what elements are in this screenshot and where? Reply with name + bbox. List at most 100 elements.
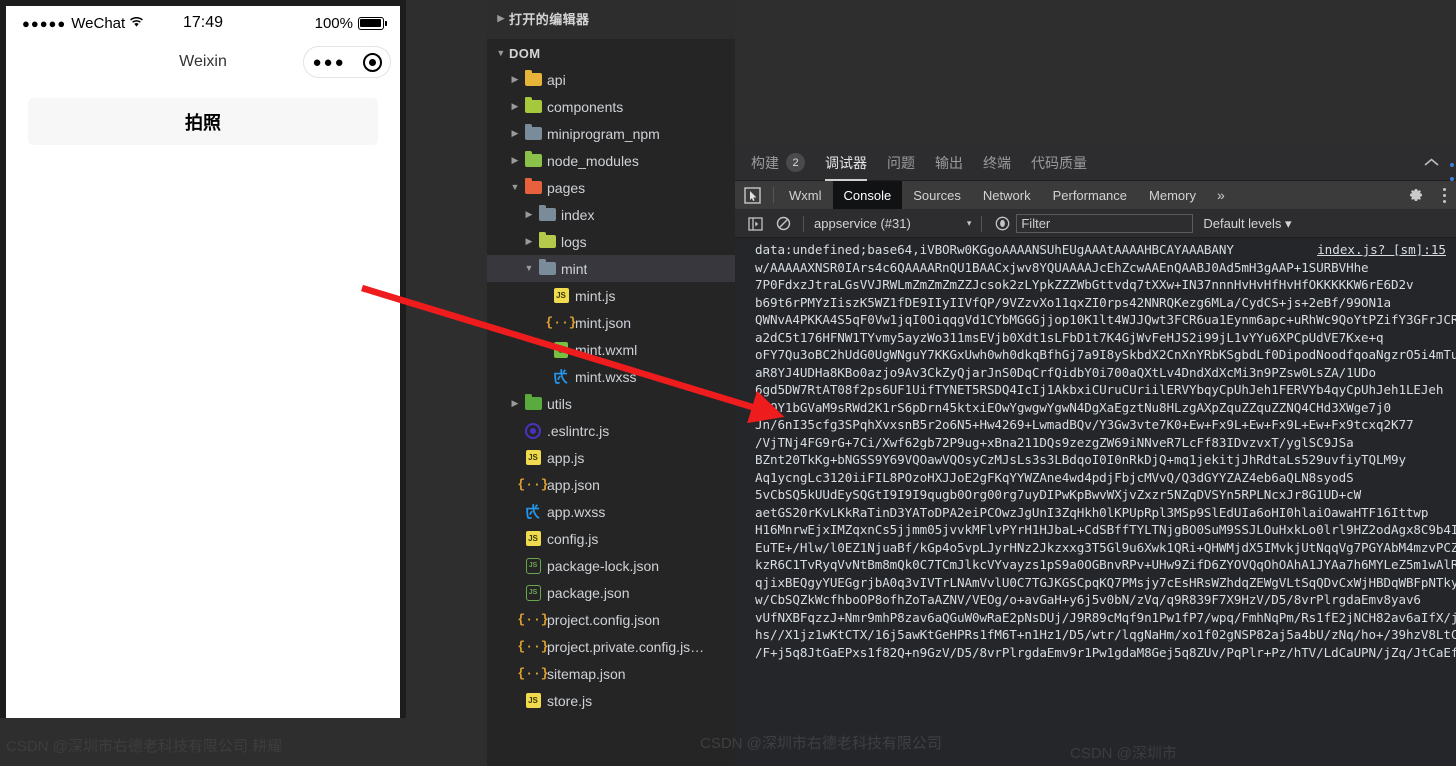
devtools-panel: 构建 2 调试器 问题 输出 终端 代码质量 Wxml Console Sources Netwo… [735, 145, 1456, 766]
devtools-tool-tab[interactable]: Network [972, 181, 1042, 209]
section-open-editors[interactable]: ▶ 打开的编辑器 [487, 6, 735, 31]
inspect-element-icon[interactable] [735, 181, 769, 209]
file-tree-item[interactable]: ▶{··}sitemap.json [487, 660, 735, 687]
file-tree-item[interactable]: ▶{··}project.config.json [487, 606, 735, 633]
devtools-panel-tab-label: 构建 [751, 154, 779, 171]
live-expression-icon[interactable] [988, 216, 1016, 231]
devtools-panel-tab[interactable]: 调试器 [825, 145, 867, 181]
chevron-right-icon[interactable]: ▶ [507, 156, 523, 165]
file-tree-item-label: config.js [547, 530, 599, 547]
console-line: qjixBEQgyYUEGgrjbA0q3vIVTrLNAmVvlU0C7TGJ… [755, 574, 1456, 590]
console-line: Aq1ycngLc3120iiFIL8POzoHXJJoE2gFKqYYWZAn… [755, 469, 1354, 485]
chevron-right-icon[interactable]: ▶ [521, 210, 537, 219]
wechat-capsule-button[interactable]: ●●● [303, 46, 391, 78]
chevron-down-icon[interactable]: ▼ [507, 183, 523, 192]
console-line: 6gd5DW7RtAT08f2ps6UF1UifTYNET5RSDQ4IcIj1… [755, 382, 1444, 397]
gear-icon[interactable] [1400, 187, 1432, 203]
take-photo-button[interactable]: 拍照 [28, 98, 378, 145]
file-tree-item[interactable]: ▼ mint [487, 255, 735, 282]
show-console-sidebar-icon[interactable] [741, 216, 769, 231]
file-tree-item[interactable]: ▶JS config.js [487, 525, 735, 552]
chevron-down-icon[interactable]: ▾ [1285, 216, 1292, 231]
console-line: aR8YJ4UDHa8KBo0azjo9Av3CkZyQjarJnS0DqCrf… [755, 364, 1377, 380]
file-tree: ▶ api ▶ components ▶ miniprogram_npm ▶ node_mod… [487, 66, 735, 714]
file-tree-item[interactable]: ▶JSpackage.json [487, 579, 735, 606]
file-tree-item[interactable]: ▶ components [487, 93, 735, 120]
file-tree-item-label: logs [561, 233, 587, 250]
file-explorer: ▶ 打开的编辑器 ▼ DOM ▶ api ▶ components ▶ miniprogr… [487, 0, 735, 766]
chevron-up-icon[interactable] [1423, 155, 1440, 171]
devtools-tool-tab[interactable]: Wxml [778, 181, 833, 209]
section-label: DOM [509, 46, 541, 61]
file-tree-item[interactable]: ▶JS mint.js [487, 282, 735, 309]
chevron-right-icon[interactable]: ▶ [521, 237, 537, 246]
chevron-right-icon[interactable]: ▶ [507, 75, 523, 84]
file-tree-item[interactable]: ▶ miniprogram_npm [487, 120, 735, 147]
console-toolbar: appservice (#31) ▾ Default levels ▾ [735, 210, 1456, 238]
console-line: kzR6C1TvRyqVvNtBm8mQk0C7TCmJlkcVYvayzs1p… [755, 557, 1456, 572]
file-tree-item-label: utils [547, 395, 572, 412]
chevron-right-icon[interactable]: ▶ [507, 399, 523, 408]
chevron-right-icon[interactable]: ▶ [507, 129, 523, 138]
devtools-tool-tab[interactable]: Console [832, 181, 903, 209]
phone-nav-bar: Weixin ●●● [6, 40, 400, 84]
file-tree-item[interactable]: ▶{··}mint.json [487, 309, 735, 336]
twisty-spacer: ▶ [535, 291, 551, 300]
console-context-label: appservice (#31) [814, 216, 911, 231]
wxml-file-icon [551, 341, 571, 358]
clear-console-icon[interactable] [769, 216, 797, 231]
chevron-down-icon[interactable]: ▼ [493, 49, 509, 58]
console-filter-input[interactable] [1016, 214, 1194, 233]
console-line: 5vCbSQ5kUUdEySQGtI9I9I9qugb0Org00rg7uyDI… [755, 487, 1362, 502]
console-output[interactable]: index.js? [sm]:15 data:undefined;base64,… [735, 238, 1456, 766]
file-tree-item[interactable]: ▶ utils [487, 390, 735, 417]
devtools-panel-tab[interactable]: 代码质量 [1031, 145, 1087, 181]
chevron-right-icon[interactable]: ▶ [493, 14, 509, 23]
devtools-panel-tab[interactable]: 输出 [935, 145, 963, 181]
devtools-tool-tab[interactable]: Memory [1138, 181, 1207, 209]
console-line: vUfNXBFqzzJ+Nmr9mhP8zav6aQGuW0wRaE2pNsDU… [755, 609, 1456, 625]
wxss-file-icon: 为 [525, 504, 541, 521]
file-tree-item[interactable]: ▶为 mint.wxss [487, 363, 735, 390]
console-context-select[interactable]: appservice (#31) ▾ [810, 216, 975, 231]
file-tree-item[interactable]: ▼ pages [487, 174, 735, 201]
console-levels-select[interactable]: Default levels ▾ [1203, 216, 1291, 232]
signal-dots-icon: ●●●●● [22, 15, 67, 31]
file-tree-item-label: index [561, 206, 595, 223]
file-tree-item[interactable]: ▶{··}project.private.config.js… [487, 633, 735, 660]
more-dots-icon[interactable]: ●●● [312, 55, 345, 70]
file-tree-item[interactable]: ▶ mint.wxml [487, 336, 735, 363]
chevron-right-icon[interactable]: ▶ [507, 102, 523, 111]
section-dom[interactable]: ▼ DOM [487, 41, 735, 66]
devtools-panel-tab-label: 终端 [983, 154, 1011, 171]
console-line: /F+j5q8JtGaEPxs1f82Q+n9GzV/D5/8vrPlrgdaE… [755, 644, 1456, 660]
file-tree-item[interactable]: ▶ node_modules [487, 147, 735, 174]
devtools-tool-tab[interactable]: Sources [902, 181, 972, 209]
file-tree-item[interactable]: ▶JS app.js [487, 444, 735, 471]
chevron-down-icon[interactable]: ▾ [967, 218, 972, 229]
file-tree-item[interactable]: ▶ index [487, 201, 735, 228]
console-source-link[interactable]: index.js? [sm]:15 [1317, 241, 1446, 259]
file-tree-item[interactable]: ▶JS store.js [487, 687, 735, 714]
file-tree-item-label: app.js [547, 449, 585, 466]
file-tree-item[interactable]: ▶{··}app.json [487, 471, 735, 498]
devtools-panel-tab[interactable]: 问题 [887, 145, 915, 181]
file-tree-item[interactable]: ▶ api [487, 66, 735, 93]
file-tree-item[interactable]: ▶ logs [487, 228, 735, 255]
toolbar-divider [803, 215, 804, 232]
devtools-panel-tab[interactable]: 终端 [983, 145, 1011, 181]
console-line: 7P0FdxzJtraLGsVVJRWLmZmZmZmZZJcsok2zLYpk… [755, 277, 1414, 292]
file-tree-item-label: mint.js [575, 287, 616, 304]
file-tree-item[interactable]: ▶JSpackage-lock.json [487, 552, 735, 579]
json-file-icon: {··} [517, 612, 549, 627]
file-tree-item[interactable]: ▶为 app.wxss [487, 498, 735, 525]
devtools-tool-tab[interactable]: Performance [1042, 181, 1138, 209]
file-tree-item[interactable]: ▶ .eslintrc.js [487, 417, 735, 444]
more-tabs-button[interactable]: » [1207, 181, 1235, 209]
folder-icon [537, 205, 557, 221]
target-circle-icon[interactable] [362, 52, 382, 72]
chevron-down-icon[interactable]: ▼ [521, 264, 537, 273]
devtools-panel-tab[interactable]: 构建 2 [751, 145, 805, 181]
file-tree-item-label: app.json [547, 476, 600, 493]
carrier-label: WeChat [71, 14, 126, 32]
